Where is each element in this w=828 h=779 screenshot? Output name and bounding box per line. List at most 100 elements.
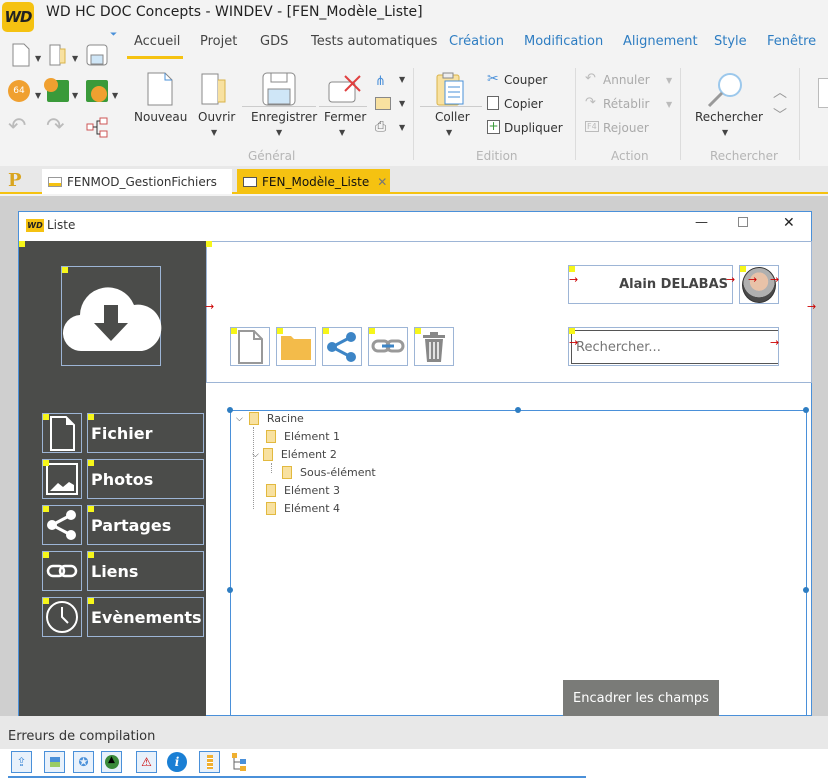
info-icon[interactable]: i — [167, 752, 187, 772]
resize-handle[interactable] — [803, 407, 809, 413]
build-gui-icon[interactable] — [44, 78, 69, 102]
ouvrir-button[interactable]: Ouvrir — [198, 110, 235, 124]
tab-style[interactable]: Style — [714, 34, 747, 49]
selection-handle[interactable] — [43, 598, 49, 604]
save-icon[interactable] — [86, 43, 108, 67]
tab-modification[interactable]: Modification — [524, 34, 603, 49]
image-filter-icon[interactable] — [44, 751, 65, 773]
ouvrir-icon[interactable] — [200, 72, 228, 106]
chevron-down-icon[interactable]: ▼ — [35, 91, 41, 100]
tree-node-element-2[interactable]: ⌵ Elément 2 — [252, 448, 337, 461]
menu-item-partages[interactable]: Partages — [87, 505, 204, 545]
project-folder-icon[interactable] — [375, 97, 391, 110]
chevron-down-icon[interactable]: ▼ — [339, 128, 345, 137]
tab-gds[interactable]: GDS — [260, 34, 288, 49]
selection-handle[interactable] — [415, 328, 421, 334]
selection-handle[interactable] — [43, 414, 49, 420]
selection-handle[interactable] — [19, 241, 25, 247]
menu-item-evenements[interactable]: Evènements — [87, 597, 204, 637]
project-icon[interactable]: P — [8, 170, 22, 191]
tree-node-racine[interactable]: ⌵ Racine — [236, 412, 304, 425]
minimize-icon[interactable]: — — [695, 215, 708, 230]
chevron-down-icon[interactable]: ▼ — [72, 54, 78, 63]
menu-item-liens[interactable]: Liens — [87, 551, 204, 591]
rechercher-button[interactable]: Rechercher — [695, 110, 763, 124]
selection-handle[interactable] — [231, 328, 237, 334]
warning-icon[interactable]: ⚠ — [136, 751, 157, 773]
tree-node-element-1[interactable]: Elément 1 — [266, 430, 340, 443]
search-input[interactable] — [571, 330, 778, 364]
chevron-down-icon[interactable]: ⌵ — [236, 414, 243, 424]
chevron-down-icon[interactable]: ▼ — [722, 128, 728, 137]
chevron-down-icon[interactable]: ▼ — [399, 99, 405, 108]
tree-node-sous-element[interactable]: Sous-élément — [282, 466, 376, 479]
chevron-up-icon[interactable]: ︿ — [773, 82, 787, 102]
chevron-down-icon[interactable]: ▼ — [35, 54, 41, 63]
upload-icon[interactable]: ⇪ — [11, 751, 32, 773]
selection-handle[interactable] — [323, 328, 329, 334]
chevron-down-icon[interactable]: ▼ — [446, 128, 452, 137]
selection-handle[interactable] — [43, 552, 49, 558]
badge-filter-icon[interactable]: ✪ — [73, 751, 94, 773]
chevron-down-icon[interactable]: ⌵ — [252, 450, 259, 460]
selection-handle[interactable] — [88, 598, 94, 604]
tab-fenetre[interactable]: Fenêtre — [767, 34, 816, 49]
rejouer-button[interactable]: Rejouer — [603, 121, 649, 135]
build-service-icon[interactable] — [86, 80, 108, 102]
selection-handle[interactable] — [277, 328, 283, 334]
chevron-down-icon[interactable]: ▼ — [399, 123, 405, 132]
dupliquer-button[interactable]: Dupliquer — [504, 121, 563, 135]
tree-view-icon[interactable] — [231, 752, 251, 772]
chevron-down-icon[interactable]: ▼ — [72, 91, 78, 100]
retablir-button[interactable]: Rétablir — [603, 97, 649, 111]
resize-handle[interactable] — [515, 407, 521, 413]
selection-handle[interactable] — [62, 267, 68, 273]
tab-alignement[interactable]: Alignement — [623, 34, 698, 49]
selection-handle[interactable] — [88, 506, 94, 512]
menu-item-fichier[interactable]: Fichier — [87, 413, 204, 453]
customize-arrow-icon[interactable]: ⏷ — [110, 30, 117, 40]
selection-handle[interactable] — [740, 266, 746, 272]
enregistrer-button[interactable]: Enregistrer — [251, 110, 317, 124]
resize-handle[interactable] — [227, 587, 233, 593]
chevron-down-icon[interactable]: ▼ — [399, 75, 405, 84]
chevron-down-icon[interactable]: ▼ — [276, 128, 282, 137]
tab-accueil[interactable]: Accueil — [134, 34, 180, 49]
chevron-down-icon[interactable]: ▼ — [211, 128, 217, 137]
fermer-icon[interactable] — [328, 74, 362, 104]
coller-icon[interactable] — [436, 72, 466, 106]
panel-scroll-indicator[interactable] — [8, 776, 586, 778]
diagram-icon[interactable]: ⋔ — [375, 74, 386, 89]
cursor-filter-icon[interactable]: ▲ — [101, 751, 122, 773]
fermer-button[interactable]: Fermer — [324, 110, 366, 124]
tree-node-element-3[interactable]: Elément 3 — [266, 484, 340, 497]
new-file-icon[interactable] — [10, 43, 32, 67]
enregistrer-icon[interactable] — [262, 72, 296, 106]
selection-handle[interactable] — [43, 506, 49, 512]
chevron-down-icon[interactable]: ▼ — [666, 100, 672, 109]
selection-handle[interactable] — [206, 241, 212, 247]
selection-handle[interactable] — [43, 460, 49, 466]
print-icon[interactable]: ⎙ — [375, 119, 386, 135]
selection-handle[interactable] — [569, 328, 575, 334]
tab-creation[interactable]: Création — [449, 34, 504, 49]
undo-icon[interactable]: ↶ — [8, 114, 26, 139]
couper-button[interactable]: Couper — [504, 73, 547, 87]
resize-handle[interactable] — [227, 407, 233, 413]
build-64-icon[interactable]: 64 — [8, 80, 30, 102]
chevron-down-icon[interactable]: ▼ — [112, 91, 118, 100]
clipped-ribbon-item[interactable] — [818, 78, 828, 108]
doc-tab-fen-modele-liste[interactable]: FEN_Modèle_Liste ✕ — [237, 169, 390, 194]
tab-tests-automatiques[interactable]: Tests automatiques — [311, 34, 437, 49]
close-icon[interactable]: ✕ — [783, 215, 795, 231]
selection-handle[interactable] — [88, 552, 94, 558]
magnifier-icon[interactable] — [706, 72, 744, 108]
chevron-down-icon[interactable]: ﹀ — [773, 105, 787, 125]
cloud-download-image[interactable] — [61, 266, 162, 366]
selection-handle[interactable] — [88, 414, 94, 420]
doc-tab-fenmod-gestionfichiers[interactable]: FENMOD_GestionFichiers — [42, 169, 232, 194]
hierarchy-icon[interactable] — [86, 116, 110, 140]
annuler-button[interactable]: Annuler — [603, 73, 650, 87]
selection-handle[interactable] — [569, 266, 575, 272]
tab-projet[interactable]: Projet — [200, 34, 237, 49]
